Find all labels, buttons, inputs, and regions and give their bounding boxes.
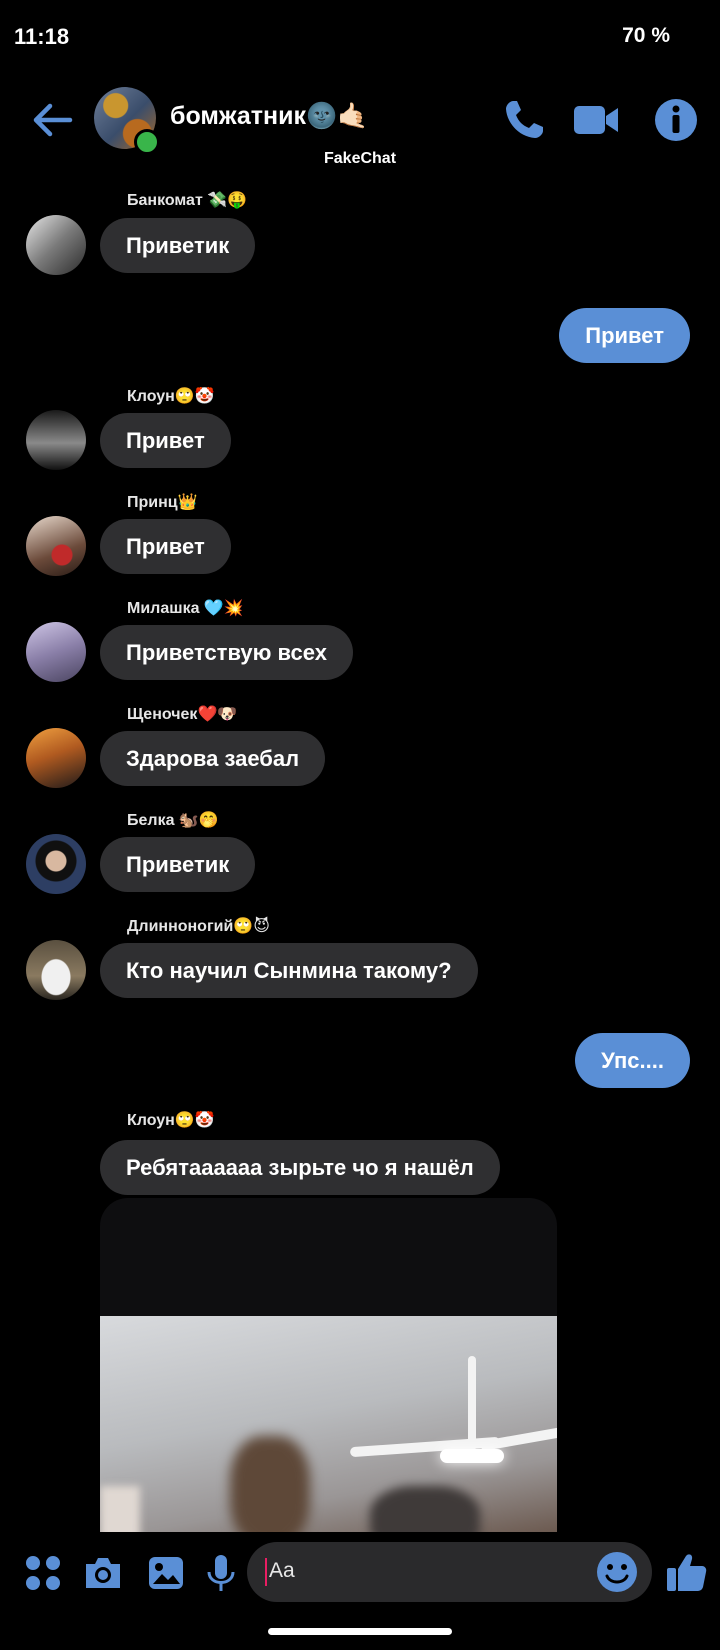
text-cursor xyxy=(265,1558,267,1586)
gallery-icon[interactable] xyxy=(145,1552,187,1594)
avatar[interactable] xyxy=(26,410,86,470)
sender-name: Белка 🐿️🤭 xyxy=(127,812,219,829)
chat-header: бомжатник🌚🤙🏻 FakeChat xyxy=(0,78,720,178)
microphone-icon[interactable] xyxy=(200,1552,242,1594)
avatar[interactable] xyxy=(26,516,86,576)
avatar[interactable] xyxy=(26,940,86,1000)
message-bubble[interactable]: Ребятаааааа зырьте чо я нашёл xyxy=(100,1140,500,1195)
message-bubble[interactable]: Здарова заебал xyxy=(100,731,326,786)
ceiling-fan-light xyxy=(440,1449,504,1463)
message-input[interactable]: Aa xyxy=(247,1542,652,1602)
outgoing-message-bubble[interactable]: Привет xyxy=(559,308,690,363)
avatar[interactable] xyxy=(26,728,86,788)
avatar[interactable] xyxy=(26,622,86,682)
apps-grid-icon[interactable] xyxy=(22,1552,64,1594)
battery-level: 70 % xyxy=(622,24,670,47)
video-attachment-header[interactable] xyxy=(100,1198,557,1318)
sender-name: Принц👑 xyxy=(127,494,198,511)
message-list[interactable]: Банкомат 💸🤑 Приветик Привет Клоун🙄🤡 Прив… xyxy=(0,180,720,1532)
sender-name: Милашка 🩵💥 xyxy=(127,600,244,617)
message-bubble[interactable]: Приветик xyxy=(100,837,256,892)
phone-icon[interactable] xyxy=(500,96,548,144)
sender-name: Щеночек❤️🐶 xyxy=(127,706,238,723)
message-bubble[interactable]: Приветствую всех xyxy=(100,625,353,680)
home-indicator xyxy=(268,1628,452,1635)
status-time: 11:18 xyxy=(14,24,70,49)
message-bubble[interactable]: Приветик xyxy=(100,218,256,273)
avatar[interactable] xyxy=(26,834,86,894)
avatar[interactable] xyxy=(26,215,86,275)
sender-name: Клоун🙄🤡 xyxy=(127,1112,215,1129)
sender-name: Длинноногий🙄😈 xyxy=(127,918,270,935)
camera-icon[interactable] xyxy=(82,1552,124,1594)
emoji-icon[interactable] xyxy=(596,1551,638,1593)
chat-title[interactable]: бомжатник🌚🤙🏻 xyxy=(170,102,368,131)
composer-bar: Aa xyxy=(0,1540,720,1610)
message-input-placeholder: Aa xyxy=(269,1559,295,1582)
online-indicator xyxy=(134,129,160,155)
sender-name: Банкомат 💸🤑 xyxy=(127,192,248,209)
info-icon[interactable] xyxy=(652,96,700,144)
video-camera-icon[interactable] xyxy=(572,96,620,144)
chat-subtitle: FakeChat xyxy=(324,150,397,167)
status-bar: 11:18 70 % xyxy=(0,0,720,72)
message-bubble[interactable]: Привет xyxy=(100,519,231,574)
back-arrow-icon[interactable] xyxy=(30,98,74,142)
message-bubble[interactable]: Привет xyxy=(100,413,231,468)
thumbs-up-icon[interactable] xyxy=(664,1550,708,1594)
outgoing-message-bubble[interactable]: Упс.... xyxy=(575,1033,690,1088)
sender-name: Клоун🙄🤡 xyxy=(127,388,215,405)
video-attachment[interactable] xyxy=(100,1316,557,1532)
message-bubble[interactable]: Кто научил Сынмина такому? xyxy=(100,943,478,998)
